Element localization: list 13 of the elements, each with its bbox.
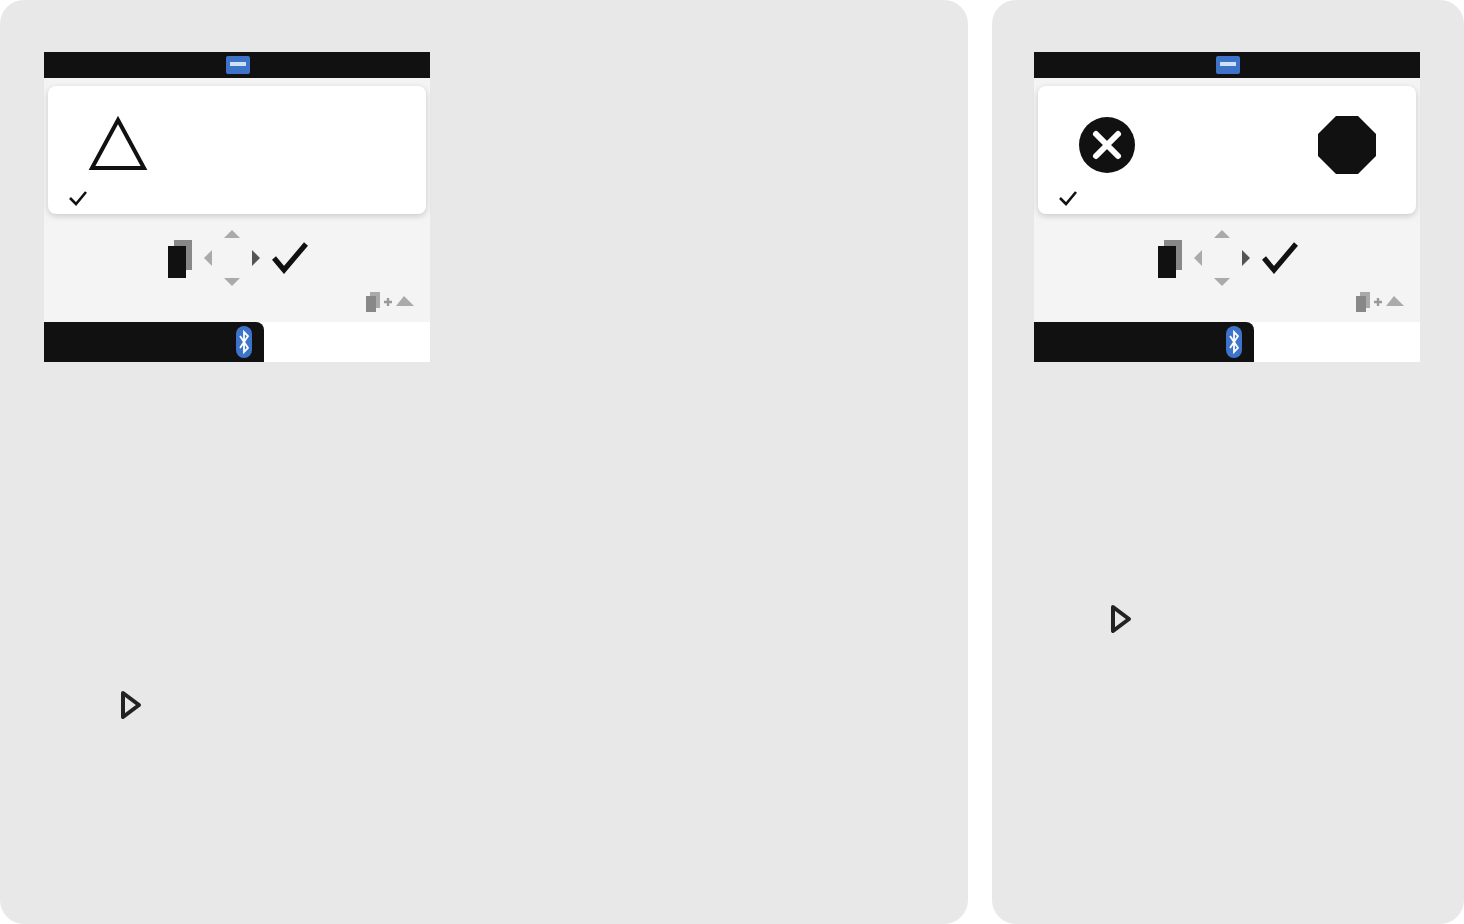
stop-icon (1318, 116, 1376, 174)
shortcut-hint-icon (1356, 292, 1404, 312)
check-icon (271, 242, 307, 274)
warning-icon (88, 116, 148, 172)
bluetooth-icon (1226, 326, 1242, 358)
bluetooth-icon (236, 326, 252, 358)
play-icon[interactable] (1110, 604, 1132, 634)
copy-icon (167, 239, 191, 277)
copy-icon (1157, 239, 1181, 277)
shortcut-hint-icon (366, 292, 414, 312)
play-icon[interactable] (120, 690, 142, 720)
check-icon (1261, 242, 1297, 274)
error-icon (1078, 116, 1136, 174)
